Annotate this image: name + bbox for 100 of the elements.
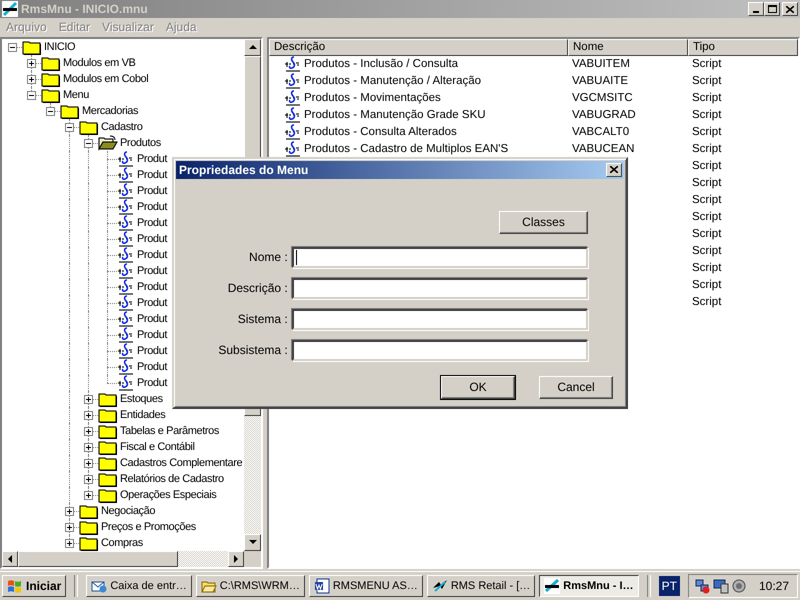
tree-item[interactable]: Negociação bbox=[101, 504, 156, 517]
column-header[interactable]: Descrição bbox=[269, 38, 568, 56]
table-cell: Script bbox=[692, 126, 722, 138]
column-header[interactable]: Tipo bbox=[688, 38, 798, 56]
computer-icon[interactable] bbox=[712, 578, 729, 594]
taskbar-button[interactable]: Caixa de entr… bbox=[86, 574, 192, 597]
dialog-button[interactable]: Cancel bbox=[539, 376, 613, 399]
app-logo-icon bbox=[2, 1, 18, 18]
tree-item[interactable]: Compras bbox=[101, 536, 143, 549]
tree-item[interactable]: Cadastro bbox=[101, 120, 142, 133]
dialog-button[interactable]: OK bbox=[441, 376, 515, 399]
tree-item[interactable]: Produt bbox=[137, 232, 168, 245]
expand-toggle[interactable] bbox=[27, 74, 36, 84]
script-icon bbox=[117, 310, 135, 327]
taskbar-button[interactable]: C:\RMS\WRM… bbox=[196, 574, 305, 597]
expand-toggle[interactable] bbox=[27, 58, 36, 68]
expand-toggle[interactable] bbox=[84, 474, 93, 484]
scroll-down-button[interactable] bbox=[244, 534, 261, 551]
table-cell: Produtos - Inclusão / Consulta bbox=[304, 58, 458, 70]
table-cell: Script bbox=[692, 143, 722, 156]
taskbar-button[interactable]: RmsMnu - I… bbox=[539, 574, 639, 597]
script-icon bbox=[284, 141, 302, 158]
scroll-right-button[interactable] bbox=[228, 550, 244, 567]
tree-item[interactable]: Produt bbox=[137, 280, 168, 293]
tree-item[interactable]: Fiscal e Contábil bbox=[120, 440, 195, 453]
scroll-left-button[interactable] bbox=[2, 550, 18, 567]
window-title: RmsMnu - INICIO.mnu bbox=[21, 2, 148, 16]
table-cell: Script bbox=[692, 92, 722, 104]
tree-item[interactable]: Produt bbox=[137, 296, 168, 309]
expand-toggle[interactable] bbox=[84, 490, 93, 500]
tree-item[interactable]: Produt bbox=[137, 248, 168, 261]
tree-item[interactable]: Tabelas e Parâmetros bbox=[120, 424, 219, 437]
tree-item[interactable]: Produt bbox=[137, 376, 168, 389]
tree-item[interactable]: Modulos em VB bbox=[63, 56, 136, 69]
language-indicator[interactable]: PT bbox=[658, 576, 680, 596]
taskbar-button[interactable]: RMSMENU AS… bbox=[308, 574, 423, 597]
tree-item[interactable]: Produt bbox=[137, 312, 168, 325]
tree-item[interactable]: Relatórios de Cadastro bbox=[120, 472, 224, 485]
expand-toggle[interactable] bbox=[84, 138, 93, 148]
expand-toggle[interactable] bbox=[65, 506, 74, 516]
tree-item[interactable]: Modulos em Cobol bbox=[63, 72, 148, 85]
script-icon bbox=[117, 150, 135, 167]
expand-toggle[interactable] bbox=[46, 106, 55, 116]
table-cell: VABUAITE bbox=[572, 75, 628, 88]
lightning-icon bbox=[432, 578, 448, 594]
tree-item[interactable]: Mercadorias bbox=[82, 104, 138, 117]
tree-item[interactable]: Cadastros Complementare bbox=[120, 456, 242, 469]
classes-button[interactable]: Classes bbox=[499, 210, 588, 234]
input-field[interactable] bbox=[292, 278, 588, 299]
start-button[interactable]: Iniciar bbox=[2, 574, 66, 597]
tree-item[interactable]: Preços e Promoções bbox=[101, 520, 196, 533]
tree-item[interactable]: Produtos bbox=[120, 136, 161, 149]
tree-item[interactable]: Produt bbox=[137, 328, 168, 341]
table-cell: VGCMSITC bbox=[572, 92, 633, 104]
table-cell: Script bbox=[692, 75, 722, 88]
scroll-up-button[interactable] bbox=[244, 38, 261, 56]
script-icon bbox=[117, 342, 135, 359]
speaker-icon[interactable] bbox=[730, 578, 747, 594]
tree-item[interactable]: Produt bbox=[137, 200, 168, 213]
input-field[interactable] bbox=[292, 308, 588, 330]
table-cell: Produtos - Consulta Alterados bbox=[304, 126, 457, 138]
table-cell: Produtos - Cadastro de Multiplos EAN'S bbox=[304, 143, 508, 156]
scroll-corner bbox=[244, 550, 261, 567]
scrollbar-thumb[interactable] bbox=[18, 550, 178, 567]
expand-toggle[interactable] bbox=[65, 538, 74, 548]
expand-toggle[interactable] bbox=[8, 42, 17, 52]
expand-toggle[interactable] bbox=[27, 90, 36, 100]
tree-item[interactable]: Produt bbox=[137, 360, 168, 373]
tree-item[interactable]: Produt bbox=[137, 344, 168, 357]
close-button[interactable] bbox=[606, 162, 622, 177]
table-cell: VABUITEM bbox=[572, 58, 630, 70]
taskbar-button[interactable]: RMS Retail - [… bbox=[426, 574, 536, 597]
tree-item[interactable]: Estoques bbox=[120, 392, 163, 405]
app-logo-icon bbox=[544, 578, 560, 594]
input-field[interactable] bbox=[292, 246, 588, 268]
close-icon bbox=[786, 6, 794, 13]
expand-toggle[interactable] bbox=[65, 522, 74, 532]
tree-item[interactable]: Entidades bbox=[120, 408, 166, 421]
document-icon bbox=[314, 578, 330, 594]
column-header[interactable]: Nome bbox=[568, 38, 688, 56]
tree-item[interactable]: Produt bbox=[137, 168, 168, 181]
expand-toggle[interactable] bbox=[84, 458, 93, 468]
expand-toggle[interactable] bbox=[84, 394, 93, 404]
tree-item[interactable]: Produt bbox=[137, 216, 168, 229]
expand-toggle[interactable] bbox=[84, 410, 93, 420]
script-icon bbox=[117, 358, 135, 375]
input-field[interactable] bbox=[292, 340, 588, 361]
tree-item[interactable]: Produt bbox=[137, 152, 168, 165]
tree-item[interactable]: Operações Especiais bbox=[120, 488, 216, 501]
tree-item[interactable]: INICIO bbox=[44, 40, 76, 53]
expand-toggle[interactable] bbox=[84, 442, 93, 452]
tree-item[interactable]: Produt bbox=[137, 264, 168, 277]
script-icon bbox=[117, 198, 135, 215]
network-icon[interactable] bbox=[694, 578, 711, 594]
expand-toggle[interactable] bbox=[84, 426, 93, 436]
table-cell: VABUCEAN bbox=[572, 143, 634, 156]
tree-item[interactable]: Menu bbox=[63, 88, 89, 101]
expand-toggle[interactable] bbox=[65, 122, 74, 132]
tree-item[interactable]: Produt bbox=[137, 184, 168, 197]
script-icon bbox=[117, 326, 135, 343]
